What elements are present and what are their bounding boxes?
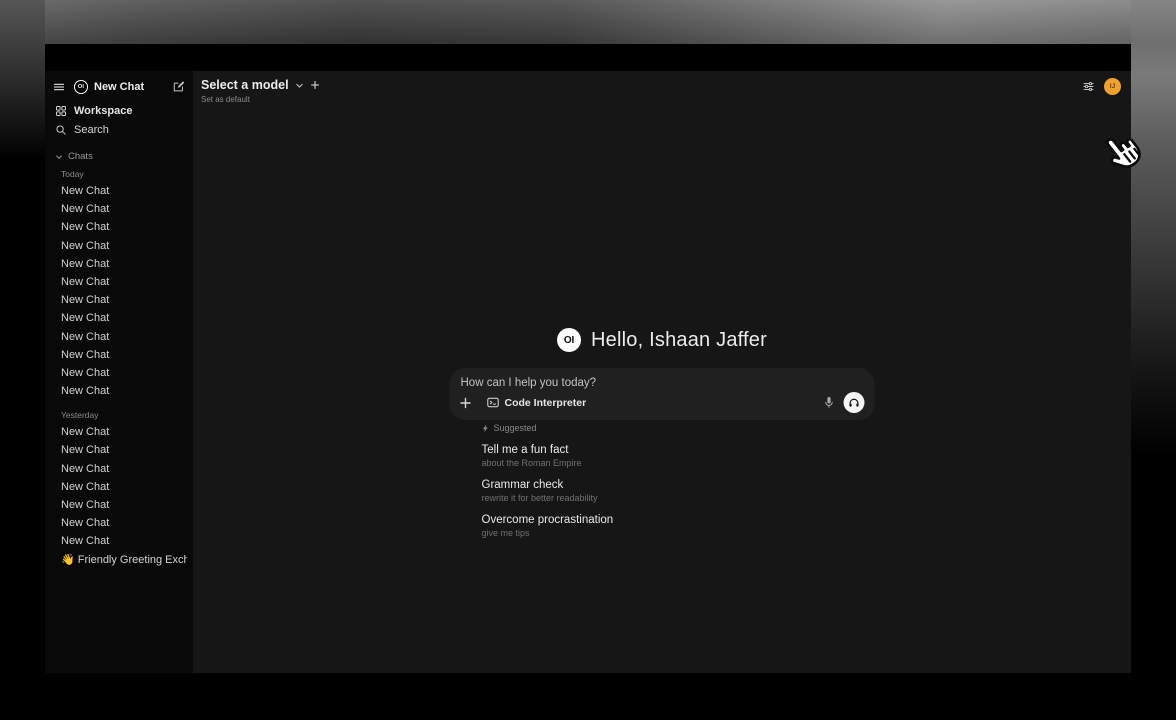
chat-item[interactable]: New Chat xyxy=(51,460,187,478)
chat-item[interactable]: New Chat xyxy=(51,273,187,291)
suggestion-subtitle: rewrite it for better readability xyxy=(482,493,875,503)
chat-item[interactable]: New Chat xyxy=(51,200,187,218)
microphone-icon[interactable] xyxy=(824,396,835,409)
new-chat-title[interactable]: New Chat xyxy=(94,81,172,93)
chat-item[interactable]: New Chat xyxy=(51,218,187,236)
suggestion-item[interactable]: Overcome procrastination give me tips xyxy=(482,514,875,538)
chat-item[interactable]: New Chat xyxy=(51,382,187,400)
chats-collapse-header[interactable]: Chats xyxy=(55,151,187,162)
wallpaper-top xyxy=(0,0,1176,44)
suggestions-list: Tell me a fun fact about the Roman Empire… xyxy=(482,444,875,538)
terminal-icon xyxy=(487,396,500,409)
sidebar-item-workspace[interactable]: Workspace xyxy=(51,101,187,120)
voice-call-button[interactable] xyxy=(844,392,865,413)
desktop-backdrop: OI New Chat Workspace Searc xyxy=(0,0,1176,720)
wallpaper-right xyxy=(1131,0,1176,470)
suggestion-item[interactable]: Tell me a fun fact about the Roman Empire xyxy=(482,444,875,468)
chat-item[interactable]: New Chat xyxy=(51,496,187,514)
suggestion-subtitle: about the Roman Empire xyxy=(482,458,875,468)
wallpaper-left xyxy=(0,0,45,160)
headphones-icon xyxy=(848,396,861,409)
chat-section-label: Yesterday xyxy=(61,410,187,420)
greeting-text: Hello, Ishaan Jaffer xyxy=(591,329,767,352)
code-interpreter-toggle[interactable]: Code Interpreter xyxy=(487,396,587,409)
sidebar-item-label: Workspace xyxy=(74,105,133,117)
window-titlebar xyxy=(45,44,1131,71)
user-avatar[interactable]: IJ xyxy=(1104,78,1121,95)
suggestion-title: Grammar check xyxy=(482,479,875,491)
sidebar: OI New Chat Workspace Searc xyxy=(45,71,193,673)
chat-item[interactable]: New Chat xyxy=(51,309,187,327)
chat-section-label: Today xyxy=(61,169,187,179)
suggestion-title: Overcome procrastination xyxy=(482,514,875,526)
chat-item[interactable]: New Chat xyxy=(51,364,187,382)
workspace-grid-icon xyxy=(55,105,67,117)
chat-item[interactable]: New Chat xyxy=(51,255,187,273)
greeting-header: OI Hello, Ishaan Jaffer xyxy=(557,328,767,352)
chat-item[interactable]: New Chat xyxy=(51,237,187,255)
chat-item[interactable]: New Chat xyxy=(51,346,187,364)
suggested-section: Suggested Tell me a fun fact about the Ro… xyxy=(450,423,875,538)
chat-item[interactable]: New Chat xyxy=(51,478,187,496)
controls-sliders-icon[interactable] xyxy=(1082,80,1095,93)
model-selector[interactable]: Select a model xyxy=(201,78,320,92)
chat-item[interactable]: New Chat xyxy=(51,291,187,309)
code-interpreter-label: Code Interpreter xyxy=(505,397,587,409)
message-input-placeholder[interactable]: How can I help you today? xyxy=(461,377,864,389)
set-as-default-link[interactable]: Set as default xyxy=(201,95,320,104)
app-logo: OI xyxy=(557,328,581,352)
new-chat-edit-icon[interactable] xyxy=(172,80,185,93)
chevron-down-icon xyxy=(55,153,63,161)
suggested-label: Suggested xyxy=(494,423,537,433)
message-input-card[interactable]: How can I help you today? Code Interpret… xyxy=(450,368,875,420)
chat-item[interactable]: New Chat xyxy=(51,441,187,459)
suggestion-item[interactable]: Grammar check rewrite it for better reada… xyxy=(482,479,875,503)
search-icon xyxy=(55,124,67,136)
model-selector-label: Select a model xyxy=(201,78,289,92)
bolt-icon xyxy=(482,424,490,433)
chat-item[interactable]: New Chat xyxy=(51,532,187,550)
suggestion-title: Tell me a fun fact xyxy=(482,444,875,456)
sidebar-item-search[interactable]: Search xyxy=(51,120,187,139)
app-logo: OI xyxy=(74,80,88,94)
sidebar-item-label: Search xyxy=(74,124,109,136)
chat-item[interactable]: New Chat xyxy=(51,423,187,441)
chats-header-label: Chats xyxy=(68,151,93,162)
suggestion-subtitle: give me tips xyxy=(482,528,875,538)
app-window: OI New Chat Workspace Searc xyxy=(45,44,1131,673)
attach-plus-icon[interactable] xyxy=(460,397,472,409)
add-model-icon[interactable] xyxy=(310,80,320,90)
chat-sections: TodayNew ChatNew ChatNew ChatNew ChatNew… xyxy=(51,169,187,551)
sidebar-toggle-icon[interactable] xyxy=(53,81,65,93)
main-panel: Select a model Set as default IJ xyxy=(193,71,1131,673)
chat-item[interactable]: New Chat xyxy=(51,514,187,532)
chat-item[interactable]: New Chat xyxy=(51,182,187,200)
chat-item-friendly-greeting[interactable]: 👋 Friendly Greeting Exchange xyxy=(51,551,187,569)
chat-item[interactable]: New Chat xyxy=(51,328,187,346)
chevron-down-icon xyxy=(295,81,304,90)
